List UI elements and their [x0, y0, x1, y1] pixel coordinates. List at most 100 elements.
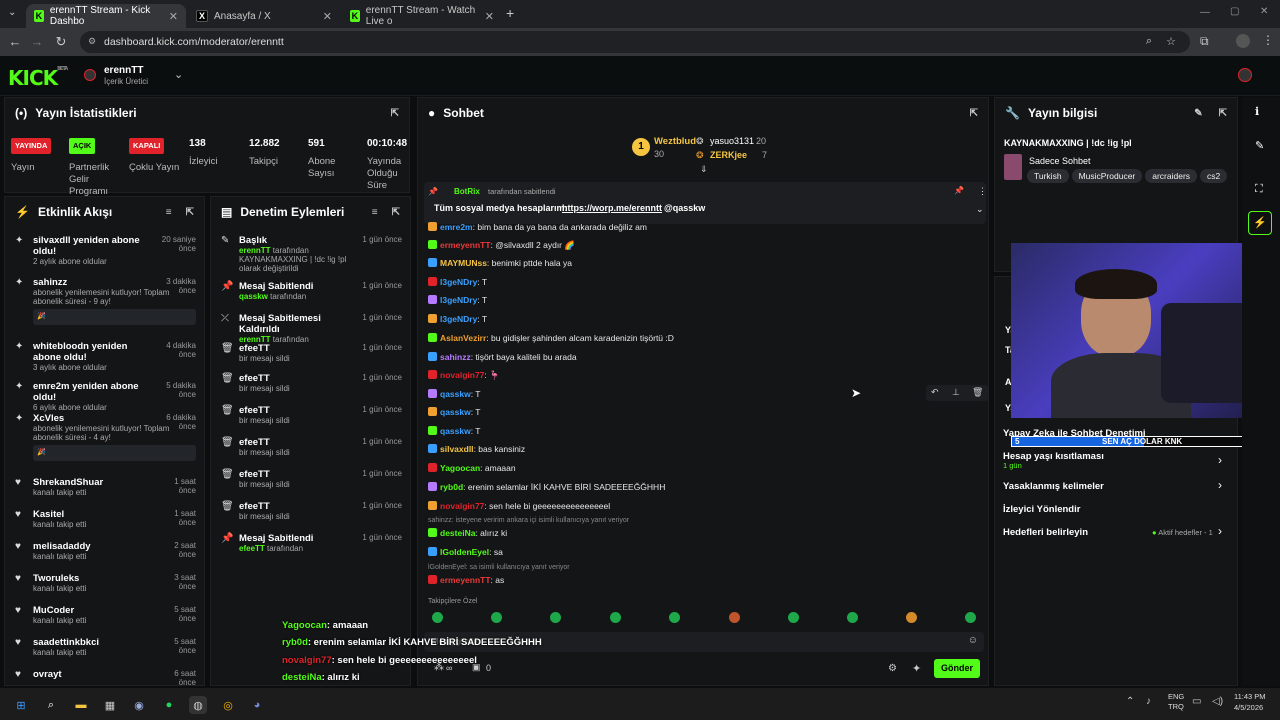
- chevron-right-icon[interactable]: ›: [1218, 524, 1222, 538]
- emote-icon[interactable]: [906, 612, 917, 623]
- moderation-actor[interactable]: erennTT: [239, 246, 271, 255]
- profile-avatar[interactable]: [1236, 34, 1250, 48]
- emoji-icon[interactable]: ☺: [968, 635, 978, 646]
- emote-icon[interactable]: [788, 612, 799, 623]
- chat-username[interactable]: ermeyennTT: [440, 575, 491, 585]
- chat-username[interactable]: qasskw: [440, 426, 471, 436]
- chat-username[interactable]: AslanVezirr: [440, 333, 486, 343]
- pinned-mention[interactable]: @qasskw: [664, 203, 705, 213]
- chat-username[interactable]: Yagoocan: [440, 463, 480, 473]
- steam-icon[interactable]: ◉: [130, 696, 148, 714]
- chat-username[interactable]: ryb0d: [440, 482, 463, 492]
- chat-username[interactable]: lGoldenEyel: [440, 547, 489, 557]
- chat-message[interactable]: desteiNa: alırız ki: [428, 528, 507, 538]
- chat-username[interactable]: l3geNDry: [440, 295, 477, 305]
- zoom-icon[interactable]: ⌕: [1146, 35, 1152, 48]
- chat-username[interactable]: novalgin77: [440, 501, 484, 511]
- chat-username[interactable]: desteiNa: [440, 528, 475, 538]
- popout-icon[interactable]: ⇱: [186, 207, 194, 218]
- leader-name[interactable]: ZERKjee: [710, 150, 747, 160]
- popout-icon[interactable]: ⇱: [1219, 108, 1227, 119]
- lightning-icon[interactable]: ⚡: [1248, 211, 1272, 235]
- kick-logo[interactable]: KICKBETA: [8, 66, 68, 90]
- unpin-icon[interactable]: 📌: [954, 186, 964, 195]
- chat-message[interactable]: MAYMUNss: benimki pttde hala ya: [428, 258, 572, 268]
- expand-leaderboard-icon[interactable]: ⇓: [700, 164, 708, 175]
- chat-message[interactable]: l3geNDry: T: [428, 314, 487, 324]
- search-icon[interactable]: ⌕: [42, 696, 60, 714]
- edit-icon[interactable]: ✎: [1255, 139, 1264, 152]
- back-icon[interactable]: ←: [4, 34, 26, 49]
- spotify-icon[interactable]: ●: [160, 696, 178, 714]
- chat-message[interactable]: lGoldenEyel: sa: [428, 547, 503, 557]
- tab-x-home[interactable]: X Anasayfa / X ✕: [188, 4, 340, 28]
- popout-icon[interactable]: ⇱: [970, 108, 978, 119]
- close-icon[interactable]: ✕: [485, 10, 494, 23]
- filter-icon[interactable]: ≡: [372, 207, 378, 218]
- clock-date[interactable]: 4/5/2026: [1234, 703, 1263, 712]
- browser-menu-icon[interactable]: ⋮: [1262, 33, 1274, 47]
- expand-icon[interactable]: ⛶: [1255, 183, 1263, 196]
- window-close-icon[interactable]: ✕: [1260, 6, 1268, 17]
- chat-message[interactable]: AslanVezirr: bu gidişler şahinden alcam …: [428, 333, 674, 343]
- obs-icon[interactable]: ◍: [189, 696, 207, 714]
- user-avatar[interactable]: [1238, 68, 1252, 82]
- moderation-actor[interactable]: qasskw: [239, 292, 268, 301]
- chat-username[interactable]: qasskw: [440, 389, 471, 399]
- emote-icon[interactable]: [550, 612, 561, 623]
- chat-message[interactable]: sahinzz: tişört baya kaliteli bu arada: [428, 352, 577, 362]
- banned-words-item[interactable]: Yasaklanmış kelimeler: [1003, 481, 1104, 492]
- maximize-icon[interactable]: ▢: [1230, 6, 1239, 17]
- chat-message[interactable]: qasskw: T: [428, 407, 481, 417]
- close-icon[interactable]: ✕: [323, 10, 332, 23]
- tab-kick-watch[interactable]: K erennTT Stream - Watch Live o ✕: [342, 4, 502, 28]
- chat-username[interactable]: l3geNDry: [440, 277, 477, 287]
- new-tab-button[interactable]: +: [506, 5, 514, 21]
- chat-message[interactable]: ermeyennTT: as: [428, 575, 504, 585]
- mod-tools-icon[interactable]: ✦: [912, 662, 921, 675]
- chat-message[interactable]: emre2m: bim bana da ya bana da ankarada …: [428, 222, 647, 232]
- chat-message[interactable]: qasskw: T: [428, 389, 481, 399]
- tab-search-icon[interactable]: ⌄: [8, 7, 16, 18]
- channel-switch-chevron-icon[interactable]: ⌄: [174, 68, 183, 81]
- keyboard-layout[interactable]: TRQ: [1168, 702, 1184, 711]
- delete-icon[interactable]: 🗑: [972, 387, 983, 398]
- info-icon[interactable]: ℹ: [1255, 105, 1259, 118]
- emote-icon[interactable]: [610, 612, 621, 623]
- reload-icon[interactable]: ↻: [50, 34, 72, 50]
- chat-message[interactable]: l3geNDry: T: [428, 277, 487, 287]
- chat-message[interactable]: novalgin77: 🦩: [428, 370, 500, 381]
- emote-icon[interactable]: [965, 612, 976, 623]
- tab-kick-dashboard[interactable]: K erennTT Stream - Kick Dashbo ✕: [26, 4, 186, 28]
- chat-message[interactable]: silvaxdll: bas kansiniz: [428, 444, 525, 454]
- chat-username[interactable]: novalgin77: [440, 370, 484, 380]
- chat-message[interactable]: Yagoocan: amaaan: [428, 463, 516, 473]
- goals-item[interactable]: Hedefleri belirleyin: [1003, 527, 1088, 538]
- moderation-actor[interactable]: efeeTT: [239, 544, 265, 553]
- tag[interactable]: Turkish: [1027, 169, 1069, 183]
- chat-username[interactable]: ermeyennTT: [440, 240, 491, 250]
- more-icon[interactable]: ⋮: [978, 186, 987, 197]
- clock-time[interactable]: 11:43 PM: [1234, 692, 1266, 701]
- edit-icon[interactable]: ✎: [1194, 108, 1202, 119]
- emote-icon[interactable]: [491, 612, 502, 623]
- minimize-icon[interactable]: —: [1200, 7, 1210, 18]
- chat-username[interactable]: emre2m: [440, 222, 473, 232]
- chat-settings-icon[interactable]: ⚙: [888, 663, 897, 674]
- chevron-right-icon[interactable]: ›: [1218, 478, 1222, 492]
- site-info-icon[interactable]: ⚙: [88, 36, 96, 47]
- file-explorer-icon[interactable]: ▬: [72, 696, 90, 714]
- leader-name[interactable]: yasuo3131: [710, 136, 754, 146]
- chevron-down-icon[interactable]: ⌄: [976, 204, 984, 215]
- chat-message[interactable]: novalgin77: sen hele bi geeeeeeeeeeeeeee…: [428, 501, 610, 511]
- language[interactable]: ENG: [1168, 692, 1184, 701]
- discord-icon[interactable]: ◕: [248, 696, 266, 714]
- filter-icon[interactable]: ≡: [166, 207, 172, 218]
- category-name[interactable]: Sadece Sohbet: [1029, 156, 1091, 166]
- tag[interactable]: arcraiders: [1145, 169, 1198, 183]
- mic-icon[interactable]: ♪: [1146, 696, 1151, 707]
- pinned-by-user[interactable]: BotRix: [454, 187, 480, 196]
- popout-icon[interactable]: ⇱: [392, 207, 400, 218]
- emote-icon[interactable]: [847, 612, 858, 623]
- chat-username[interactable]: l3geNDry: [440, 314, 477, 324]
